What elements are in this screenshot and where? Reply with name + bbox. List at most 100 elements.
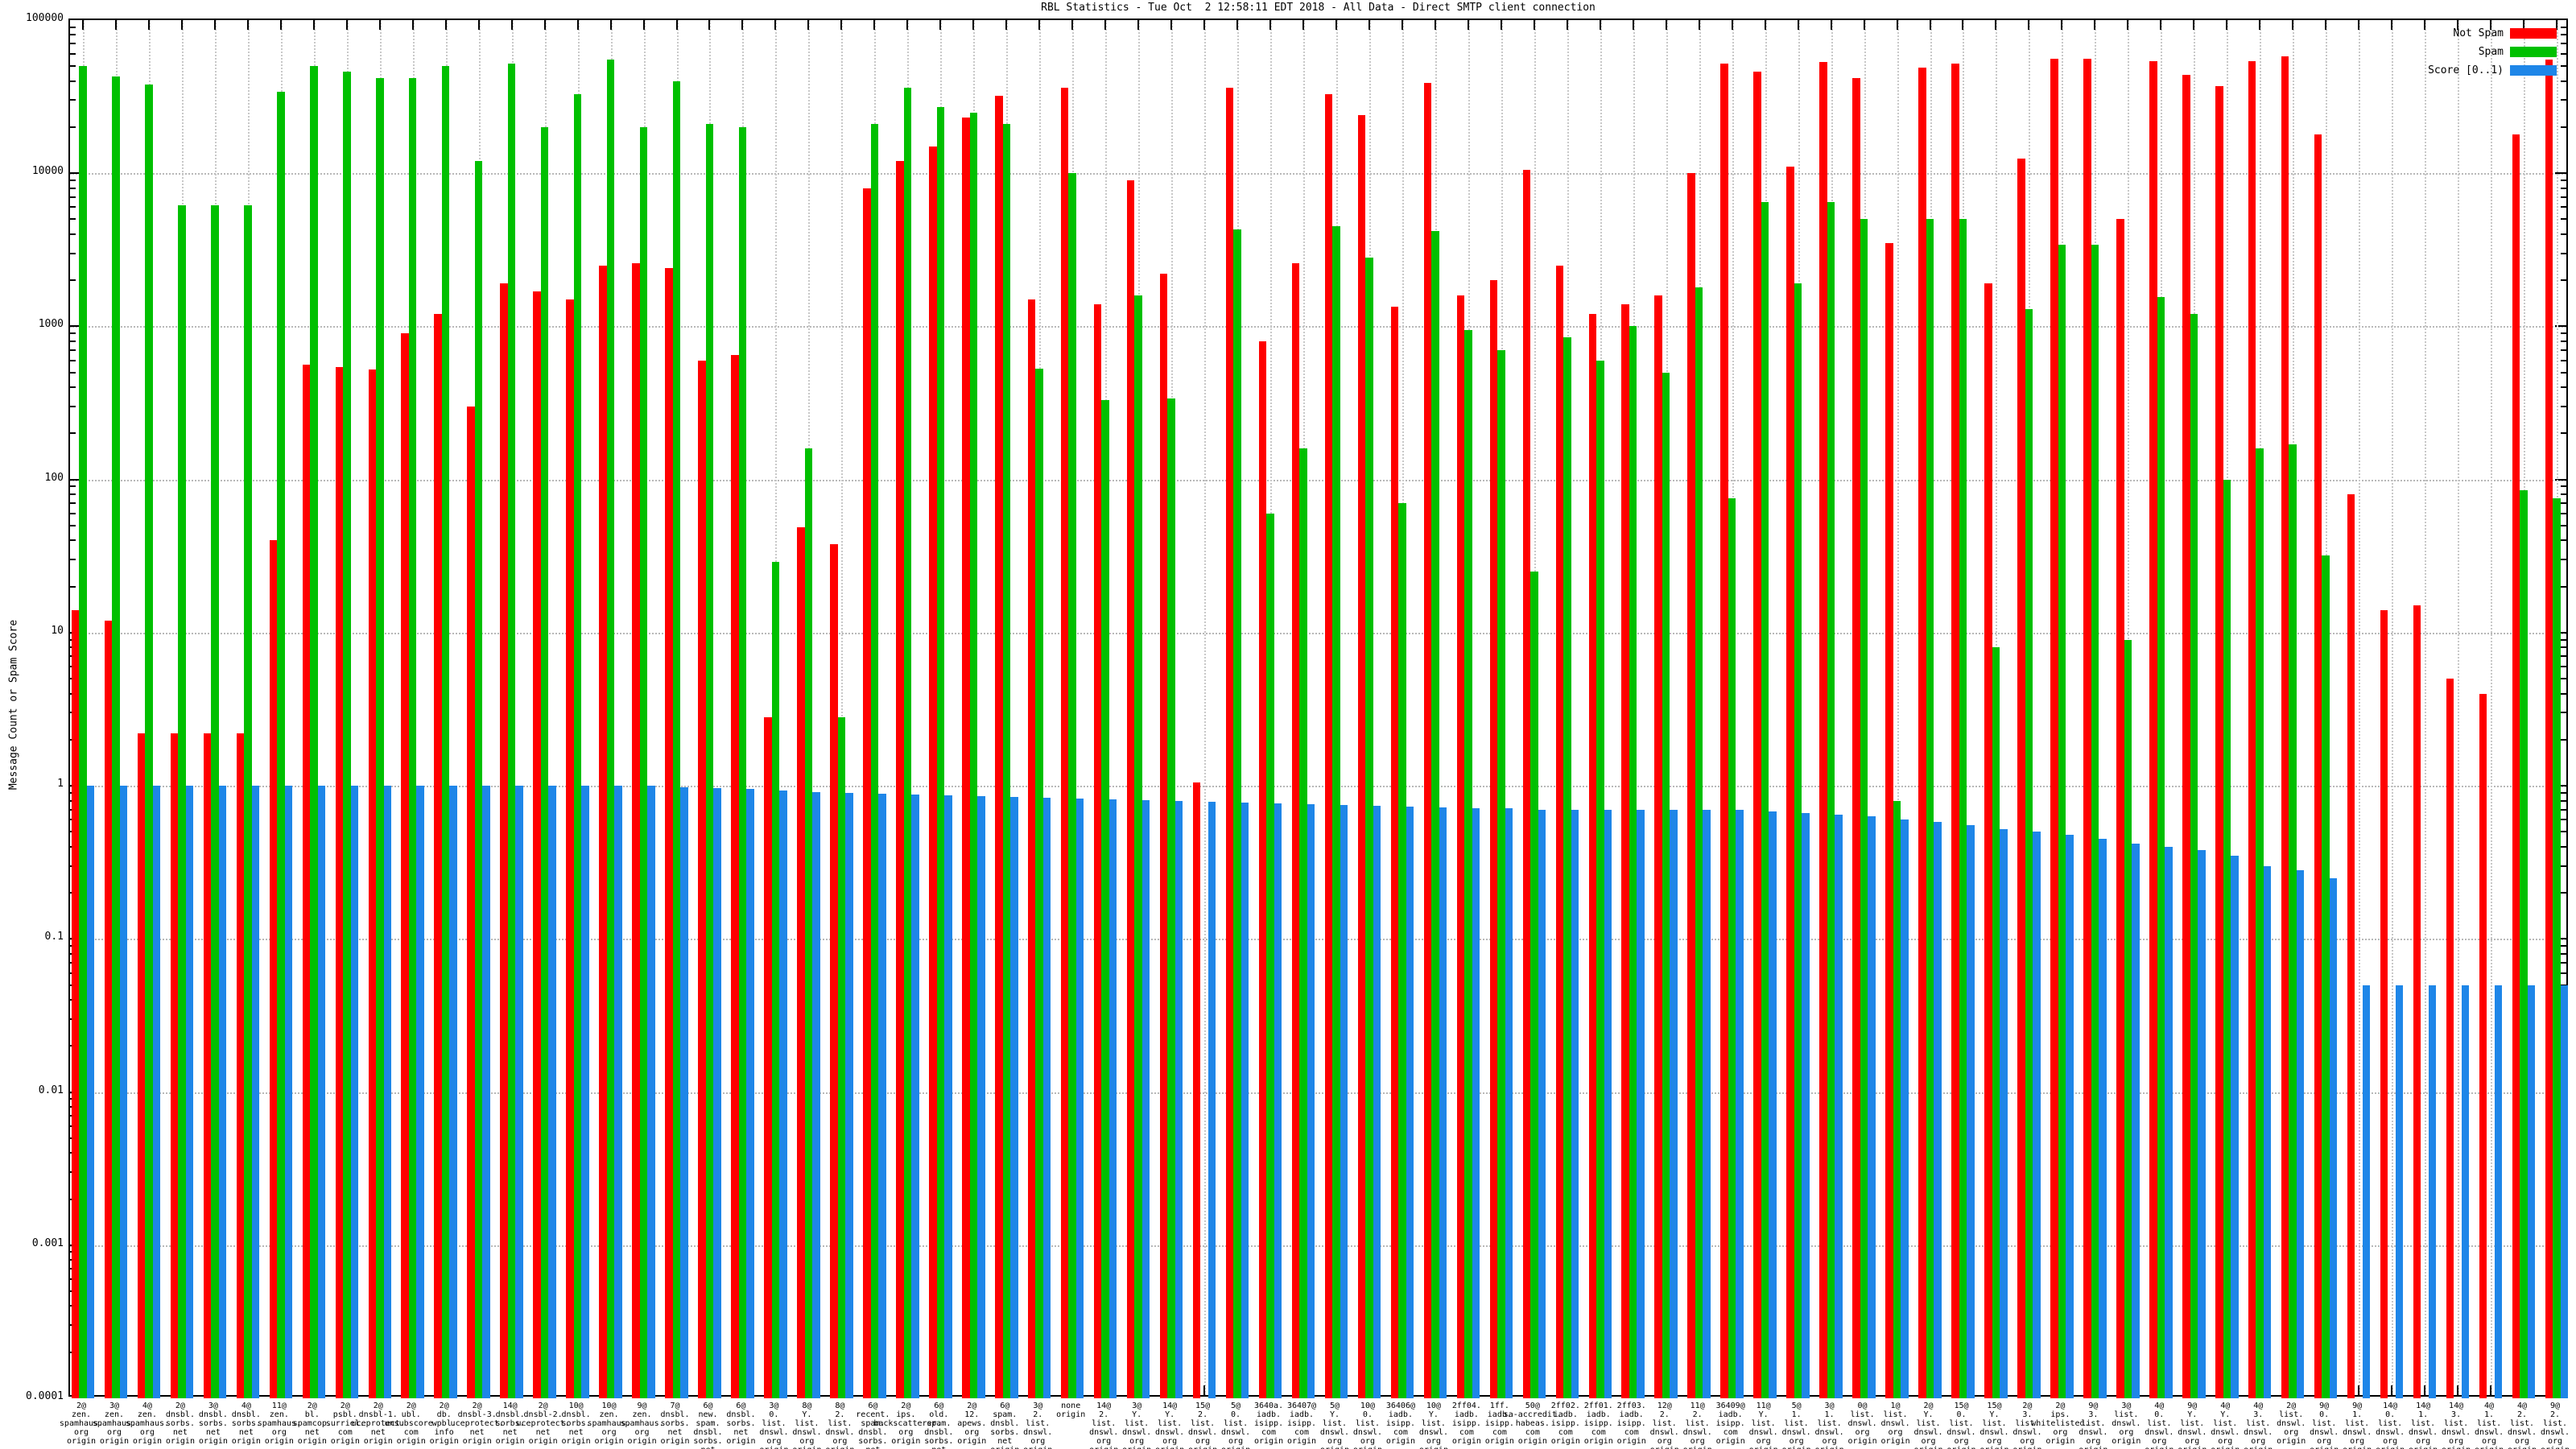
- bar-not-spam: [2182, 74, 2190, 1398]
- y-minor-tick: [2561, 791, 2566, 794]
- bar-not-spam: [1060, 88, 1069, 1398]
- x-top-tick: [312, 20, 315, 30]
- y-minor-tick: [2561, 646, 2566, 649]
- x-top-tick: [1731, 20, 1733, 30]
- x-top-tick: [1368, 20, 1370, 30]
- bar-not-spam: [1093, 303, 1102, 1398]
- bar-score: [614, 786, 622, 1398]
- x-top-tick: [609, 20, 612, 30]
- bar-spam: [343, 72, 351, 1398]
- x-top-tick: [1500, 20, 1502, 30]
- y-minor-tick: [70, 493, 76, 496]
- x-top-tick: [708, 20, 711, 30]
- y-minor-tick: [70, 405, 76, 407]
- bar-score: [1141, 799, 1150, 1398]
- bar-not-spam: [1390, 306, 1399, 1398]
- bar-not-spam: [2314, 134, 2322, 1398]
- bar-score: [284, 786, 293, 1398]
- bar-score: [1637, 809, 1645, 1398]
- x-top-tick: [1929, 20, 1931, 30]
- bar-not-spam: [302, 365, 311, 1398]
- bar-spam: [178, 204, 186, 1398]
- bar-spam: [244, 204, 252, 1398]
- bar-not-spam: [71, 610, 80, 1398]
- y-minor-tick: [2561, 738, 2566, 741]
- y-minor-tick: [2561, 405, 2566, 407]
- bar-spam: [1068, 173, 1076, 1398]
- x-top-tick: [180, 20, 183, 30]
- y-minor-tick: [2561, 349, 2566, 351]
- y-minor-tick: [70, 187, 76, 189]
- bar-not-spam: [2512, 134, 2520, 1398]
- bar-score: [152, 786, 161, 1398]
- y-minor-tick: [70, 585, 76, 588]
- x-top-tick: [1599, 20, 1601, 30]
- bar-spam: [1035, 368, 1043, 1398]
- bar-not-spam: [731, 355, 739, 1398]
- x-top-tick: [1896, 20, 1898, 30]
- x-top-tick: [1137, 20, 1140, 30]
- y-minor-tick: [70, 53, 76, 56]
- bar-spam: [441, 66, 450, 1398]
- bar-not-spam: [995, 96, 1003, 1398]
- x-top-tick: [873, 20, 876, 30]
- x-bottom-tick: [2490, 1385, 2492, 1395]
- bar-spam: [277, 92, 285, 1398]
- bar-spam: [1266, 513, 1274, 1398]
- bar-spam: [936, 107, 945, 1398]
- y-minor-tick: [70, 99, 76, 101]
- bar-spam: [672, 80, 681, 1398]
- bar-spam: [310, 66, 318, 1398]
- y-minor-tick: [2561, 340, 2566, 342]
- bar-not-spam: [1192, 782, 1201, 1398]
- bar-score: [317, 786, 326, 1398]
- x-top-tick: [2325, 20, 2327, 30]
- bar-not-spam: [962, 118, 970, 1398]
- bar-spam: [1728, 498, 1736, 1398]
- bar-not-spam: [2215, 86, 2223, 1398]
- bar-score: [1571, 809, 1579, 1398]
- x-top-tick: [774, 20, 777, 30]
- y-minor-tick: [70, 359, 76, 361]
- y-minor-tick: [2561, 187, 2566, 189]
- bar-score: [647, 786, 655, 1398]
- y-minor-tick: [70, 196, 76, 198]
- x-top-tick: [1533, 20, 1535, 30]
- bar-spam: [738, 126, 747, 1398]
- bar-score: [1174, 800, 1183, 1398]
- y-minor-tick: [2561, 432, 2566, 435]
- x-top-tick: [939, 20, 942, 30]
- x-top-tick: [1170, 20, 1173, 30]
- bar-score: [1042, 797, 1051, 1398]
- bar-spam: [1926, 219, 1934, 1398]
- y-minor-tick: [2561, 972, 2566, 974]
- x-top-tick: [2061, 20, 2063, 30]
- bar-score: [1274, 803, 1282, 1398]
- x-top-tick: [411, 20, 414, 30]
- bar-score: [1934, 822, 1942, 1398]
- bar-not-spam: [1786, 167, 1794, 1398]
- bar-spam: [1167, 398, 1175, 1398]
- bar-score: [1967, 825, 1975, 1398]
- x-top-tick: [246, 20, 249, 30]
- bar-spam: [771, 561, 780, 1398]
- x-top-tick: [510, 20, 513, 30]
- y-tick-label: 100: [44, 471, 64, 484]
- y-tick-label: 100000: [26, 12, 64, 24]
- bar-score: [416, 786, 424, 1398]
- bar-not-spam: [929, 146, 937, 1398]
- x-top-tick: [1467, 20, 1469, 30]
- y-minor-tick: [70, 206, 76, 208]
- bar-spam: [79, 66, 87, 1398]
- y-minor-tick: [70, 233, 76, 235]
- x-top-tick: [213, 20, 216, 30]
- bar-spam: [2256, 448, 2264, 1398]
- bar-spam: [1761, 201, 1769, 1398]
- bar-not-spam: [137, 733, 146, 1398]
- bar-spam: [507, 64, 516, 1398]
- bar-spam: [606, 60, 615, 1398]
- bar-not-spam: [335, 367, 344, 1398]
- legend-swatch: [2510, 46, 2557, 57]
- bar-score: [2099, 839, 2107, 1398]
- bar-spam: [1332, 226, 1340, 1398]
